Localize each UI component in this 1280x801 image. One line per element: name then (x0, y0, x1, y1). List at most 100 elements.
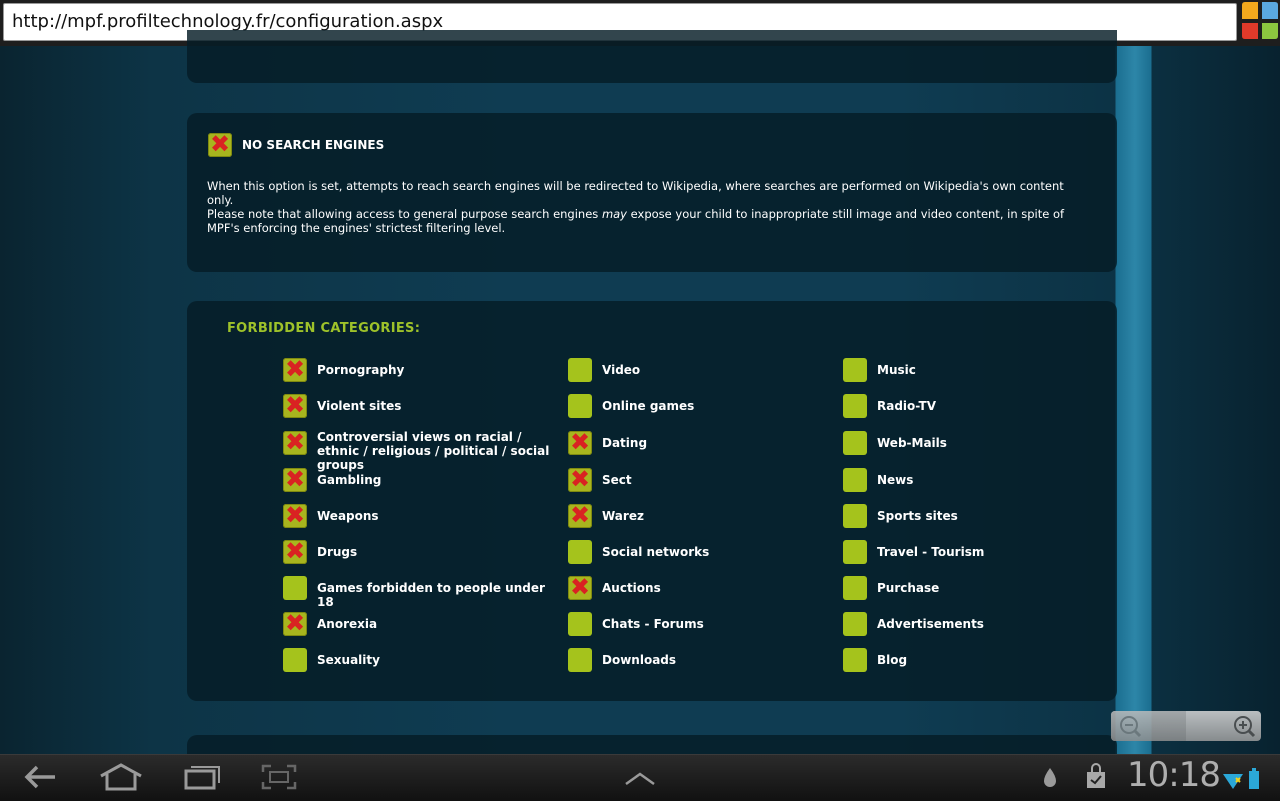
category-label: Drugs (317, 545, 358, 559)
search-option-description: When this option is set, attempts to rea… (207, 179, 1064, 207)
category-label: Video (602, 363, 641, 377)
zoom-control (1111, 711, 1261, 741)
category-checkbox[interactable]: ✖ (568, 501, 592, 529)
x-mark-icon: ✖ (569, 465, 591, 493)
category-label: Controversial views on racial / ethnic /… (317, 430, 550, 472)
market-indicator[interactable] (1083, 754, 1109, 800)
category-label: News (877, 473, 914, 487)
battery-icon (1249, 768, 1259, 789)
category-label: Advertisements (877, 617, 984, 631)
zoom-in-icon (1234, 716, 1256, 738)
up-chevron-icon (625, 772, 655, 786)
category-label: Pornography (317, 363, 405, 377)
category-label: Violent sites (317, 399, 402, 413)
category-checkbox[interactable]: ✖ (568, 428, 592, 456)
category-checkbox[interactable] (843, 468, 867, 492)
category-checkbox[interactable] (568, 648, 592, 672)
category-label: Dating (602, 436, 648, 450)
category-checkbox[interactable] (568, 612, 592, 636)
back-icon (24, 765, 55, 789)
category-label: Sports sites (877, 509, 958, 523)
x-mark-icon: ✖ (569, 501, 591, 529)
screenshot-icon (261, 764, 297, 790)
category-checkbox[interactable]: ✖ (283, 428, 307, 456)
home-button[interactable] (96, 754, 146, 800)
app-menu-button[interactable] (620, 754, 660, 800)
previous-option-panel (187, 30, 1117, 83)
category-checkbox[interactable] (283, 648, 307, 672)
x-mark-icon: ✖ (209, 130, 231, 158)
categories-heading: FORBIDDEN CATEGORIES: (227, 321, 421, 336)
category-checkbox[interactable] (568, 394, 592, 418)
x-mark-icon: ✖ (284, 609, 306, 637)
category-checkbox[interactable] (843, 504, 867, 528)
category-checkbox[interactable] (568, 358, 592, 382)
category-checkbox[interactable]: ✖ (283, 501, 307, 529)
category-label: Gambling (317, 473, 382, 487)
zoom-out-icon (1120, 716, 1142, 738)
category-label: Blog (877, 653, 908, 667)
browser-logo-icon[interactable] (1240, 1, 1280, 41)
category-label: Auctions (602, 581, 661, 595)
category-checkbox[interactable]: ✖ (283, 609, 307, 637)
category-checkbox[interactable] (843, 648, 867, 672)
battery-indicator (1247, 754, 1261, 800)
x-mark-icon: ✖ (284, 391, 306, 419)
category-checkbox[interactable] (843, 394, 867, 418)
x-mark-icon: ✖ (569, 428, 591, 456)
x-mark-icon: ✖ (284, 501, 306, 529)
category-label: Purchase (877, 581, 940, 595)
notification-indicator[interactable] (1038, 754, 1062, 800)
category-checkbox[interactable]: ✖ (283, 391, 307, 419)
category-label: Travel - Tourism (877, 545, 985, 559)
category-label: Warez (602, 509, 644, 523)
zoom-in-button[interactable] (1187, 711, 1261, 741)
category-label: Online games (602, 399, 695, 413)
category-label: Games forbidden to people under 18 (317, 581, 545, 609)
category-label: Sect (602, 473, 632, 487)
forbidden-categories-panel (187, 301, 1117, 701)
category-checkbox[interactable]: ✖ (283, 355, 307, 383)
category-label: Social networks (602, 545, 710, 559)
category-checkbox[interactable] (843, 540, 867, 564)
home-icon (100, 763, 142, 791)
category-checkbox[interactable] (568, 540, 592, 564)
x-mark-icon: ✖ (284, 355, 306, 383)
wifi-icon (1223, 774, 1243, 789)
note-emphasis: may (601, 207, 627, 221)
category-label: Radio-TV (877, 399, 936, 413)
search-option-title: NO SEARCH ENGINES (242, 138, 385, 152)
no-search-engines-checkbox[interactable]: ✖ (208, 130, 232, 158)
category-checkbox[interactable]: ✖ (568, 465, 592, 493)
x-mark-icon: ✖ (284, 428, 306, 456)
x-mark-icon: ✖ (569, 573, 591, 601)
category-checkbox[interactable] (843, 431, 867, 455)
x-mark-icon: ✖ (284, 465, 306, 493)
screenshot-button[interactable] (258, 754, 300, 800)
search-option-note: Please note that allowing access to gene… (207, 207, 1067, 235)
recent-apps-icon (184, 766, 220, 790)
note-text-start: Please note that allowing access to gene… (207, 207, 602, 221)
back-button[interactable] (20, 754, 60, 800)
category-label: Music (877, 363, 916, 377)
category-label: Web-Mails (877, 436, 947, 450)
category-label: Anorexia (317, 617, 378, 631)
zoom-out-button[interactable] (1111, 711, 1186, 741)
category-checkbox[interactable] (843, 358, 867, 382)
category-checkbox[interactable] (283, 576, 307, 600)
notification-icon (1044, 768, 1056, 787)
category-label: Downloads (602, 653, 677, 667)
category-checkbox[interactable]: ✖ (283, 537, 307, 565)
category-label: Weapons (317, 509, 379, 523)
x-mark-icon: ✖ (284, 537, 306, 565)
wifi-indicator (1222, 754, 1244, 800)
recent-apps-button[interactable] (180, 754, 224, 800)
status-clock: 10:18 (1127, 755, 1221, 795)
category-label: Sexuality (317, 653, 380, 667)
category-label: Chats - Forums (602, 617, 704, 631)
category-checkbox[interactable]: ✖ (283, 465, 307, 493)
category-checkbox[interactable] (843, 576, 867, 600)
category-checkbox[interactable]: ✖ (568, 573, 592, 601)
shopping-bag-icon (1087, 763, 1105, 788)
category-checkbox[interactable] (843, 612, 867, 636)
